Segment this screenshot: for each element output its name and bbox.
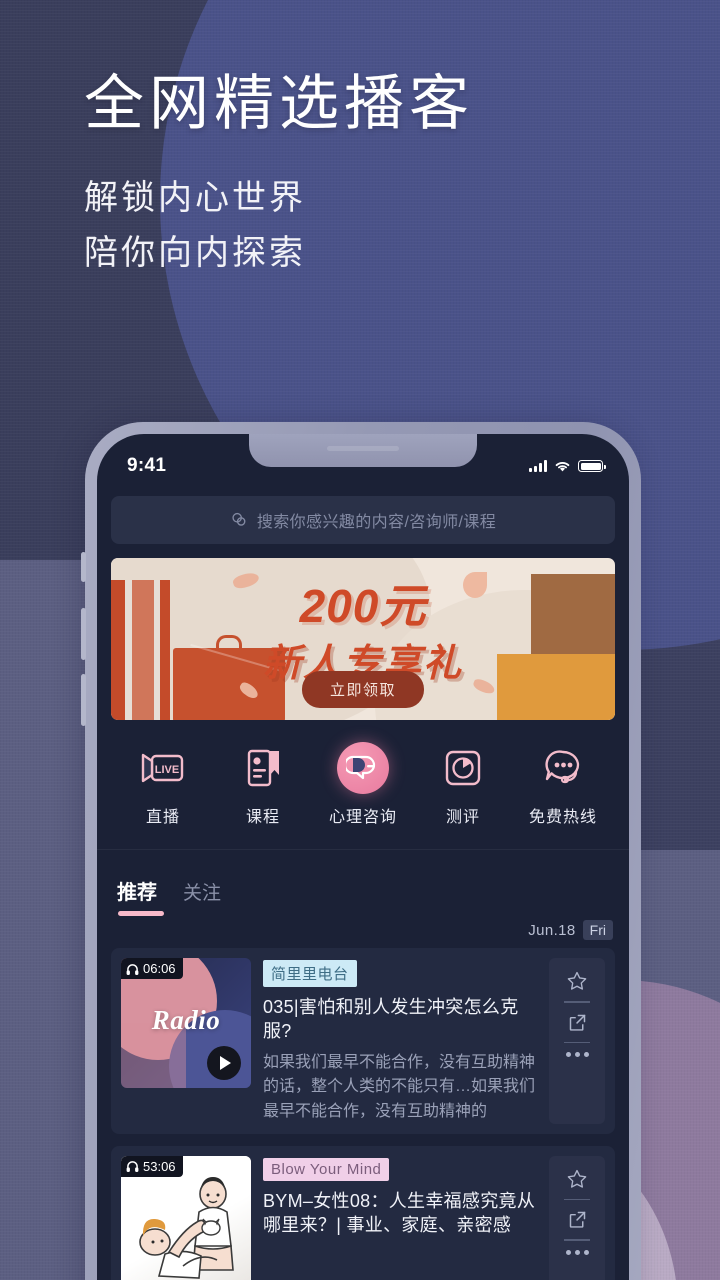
banner-claim-button[interactable]: 立即领取	[301, 671, 425, 708]
action-divider	[564, 1001, 590, 1003]
card-thumbnail[interactable]: Radio 06:06	[121, 958, 251, 1088]
poster-subline: 解锁内心世界 陪你向内探索	[84, 171, 474, 281]
feed-weekday-badge: Fri	[582, 920, 613, 940]
poster-subline-line-1: 解锁内心世界	[84, 179, 306, 218]
more-icon[interactable]	[565, 1052, 589, 1057]
status-indicators	[529, 460, 606, 473]
quick-action-label: 心理咨询	[328, 809, 397, 826]
battery-full-icon	[578, 460, 606, 472]
quick-action-course[interactable]: 课程	[217, 742, 309, 827]
live-camera-icon: LIVE	[117, 742, 209, 794]
banner-amount: 200元	[299, 580, 427, 632]
quick-action-counseling-icon-wrap	[317, 742, 409, 794]
chat-headset-icon	[517, 742, 609, 794]
share-icon[interactable]	[567, 1012, 588, 1033]
action-divider	[564, 1198, 590, 1201]
poster-headline: 全网精选播客	[84, 70, 474, 137]
feed-date-row: Jun.18 Fri	[97, 916, 629, 940]
play-icon[interactable]	[207, 1046, 241, 1080]
quick-action-live[interactable]: LIVE 直播	[117, 742, 209, 827]
speech-bubble-icon	[337, 742, 389, 794]
banner-text-block: 200元 新人专享礼	[111, 570, 615, 687]
list-item[interactable]: Radio 06:06 简里里电台 035|害怕和别人发生冲突怎么克服? 如果我…	[111, 948, 615, 1134]
card-body: 简里里电台 035|害怕和别人发生冲突怎么克服? 如果我们最早不能合作，没有互助…	[263, 958, 537, 1124]
quick-action-hotline[interactable]: 免费热线	[517, 742, 609, 827]
book-icon	[217, 742, 309, 794]
card-thumbnail[interactable]: 53:06	[121, 1155, 251, 1280]
phone-mockup: 9:41 搜索你感兴趣的内容/咨询师/课程 200元 新人专享礼 立即领取 LI…	[81, 422, 641, 1280]
cellular-signal-icon	[529, 460, 547, 472]
earpiece-speaker	[327, 446, 399, 451]
phone-notch	[249, 434, 477, 467]
tab-following[interactable]: 关注	[183, 878, 221, 916]
search-input[interactable]: 搜索你感兴趣的内容/咨询师/课程	[111, 496, 615, 544]
phone-volume-down-button[interactable]	[81, 674, 86, 726]
feed-date: Jun.18	[528, 921, 576, 939]
poster-subline-line-2: 陪你向内探索	[84, 234, 306, 273]
card-tag[interactable]: 简里里电台	[263, 960, 357, 987]
quick-action-label: 免费热线	[528, 809, 597, 826]
search-icon	[232, 512, 246, 526]
feed-list: Radio 06:06 简里里电台 035|害怕和别人发生冲突怎么克服? 如果我…	[97, 940, 629, 1280]
card-body: Blow Your Mind BYM–女性08：人生幸福感究竟从哪里来？| 事业…	[263, 1156, 537, 1280]
status-clock: 9:41	[127, 455, 167, 476]
headphones-icon	[126, 1161, 139, 1173]
card-duration-text: 53:06	[143, 1158, 176, 1174]
search-placeholder: 搜索你感兴趣的内容/咨询师/课程	[256, 514, 497, 531]
thumb-wordmark: Radio	[151, 1005, 221, 1036]
card-description: 如果我们最早不能合作，没有互助精神的话，整个人类的不能只有…如果我们最早不能合作…	[263, 1053, 536, 1120]
star-icon[interactable]	[566, 1168, 588, 1190]
star-icon[interactable]	[566, 970, 588, 992]
svg-text:LIVE: LIVE	[155, 764, 179, 776]
quick-action-label: 课程	[245, 809, 280, 826]
pie-chart-icon	[417, 742, 509, 794]
tab-recommend[interactable]: 推荐	[117, 876, 164, 916]
phone-volume-up-button[interactable]	[81, 608, 86, 660]
quick-action-row: LIVE 直播 课程 心理咨询 测评 免费热线	[97, 720, 629, 827]
quick-action-label: 直播	[145, 809, 180, 826]
action-divider	[564, 1041, 590, 1043]
quick-action-counseling[interactable]: 心理咨询	[317, 742, 409, 827]
headphones-icon	[126, 963, 139, 975]
card-tag[interactable]: Blow Your Mind	[263, 1157, 390, 1181]
list-item[interactable]: 53:06 Blow Your Mind BYM–女性08：人生幸福感究竟从哪里…	[111, 1145, 615, 1280]
share-icon[interactable]	[567, 1209, 588, 1230]
phone-screen: 9:41 搜索你感兴趣的内容/咨询师/课程 200元 新人专享礼 立即领取 LI…	[97, 434, 629, 1280]
promo-banner[interactable]: 200元 新人专享礼 立即领取	[111, 558, 615, 720]
card-action-column	[549, 1155, 605, 1280]
quick-action-assessment[interactable]: 测评	[417, 742, 509, 827]
feed-tab-bar: 推荐 关注	[97, 849, 629, 916]
action-divider	[564, 1239, 590, 1241]
more-icon[interactable]	[565, 1249, 589, 1255]
poster-text-block: 全网精选播客 解锁内心世界 陪你向内探索	[84, 70, 474, 281]
card-duration-text: 06:06	[143, 961, 176, 976]
phone-silent-switch[interactable]	[81, 552, 86, 582]
wifi-icon	[555, 461, 570, 471]
quick-action-label: 测评	[445, 809, 480, 826]
card-title: 035|害怕和别人发生冲突怎么克服?	[263, 997, 519, 1042]
card-duration-badge: 53:06	[121, 1155, 183, 1177]
card-duration-badge: 06:06	[121, 958, 183, 979]
card-title: BYM–女性08：人生幸福感究竟从哪里来？| 事业、家庭、亲密感	[263, 1190, 536, 1236]
card-action-column	[549, 958, 605, 1124]
